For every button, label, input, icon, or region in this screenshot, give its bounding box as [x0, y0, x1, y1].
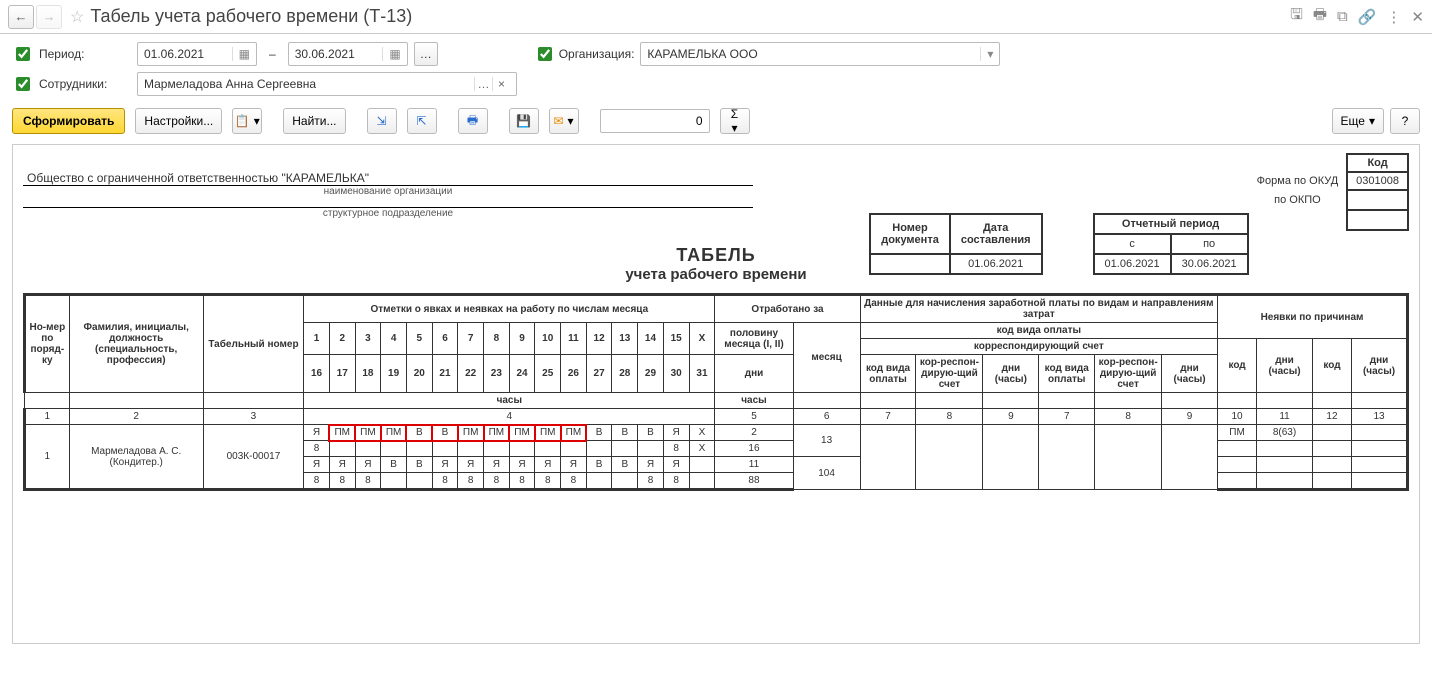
more-button[interactable]: Еще ▾: [1332, 108, 1384, 134]
date-from-input[interactable]: 01.06.2021 ▦: [137, 42, 257, 66]
print-icon[interactable]: 🖶: [1313, 4, 1327, 29]
employees-check[interactable]: [16, 77, 30, 91]
number-input[interactable]: [600, 109, 710, 133]
close-icon[interactable]: ✕: [1411, 8, 1424, 26]
star-icon[interactable]: ☆: [70, 7, 84, 27]
ellipsis-icon[interactable]: …: [474, 77, 492, 91]
org-check[interactable]: [538, 47, 552, 61]
doc-date: 01.06.2021: [950, 254, 1042, 274]
okpo-label: по ОКПО: [1249, 190, 1348, 210]
okud-label: Форма по ОКУД: [1249, 172, 1348, 190]
code-label: Код: [1347, 154, 1408, 172]
employees-label: Сотрудники:: [39, 77, 131, 91]
calendar-icon[interactable]: ▦: [382, 47, 400, 61]
date-to-input[interactable]: 30.06.2021 ▦: [288, 42, 408, 66]
nav-back-button[interactable]: ←: [8, 5, 34, 29]
report-viewport[interactable]: Код Форма по ОКУД0301008 по ОКПО Обществ…: [12, 144, 1420, 644]
period-to: 30.06.2021: [1171, 254, 1248, 274]
save-report-icon[interactable]: 🖫: [1290, 4, 1303, 29]
new-window-icon[interactable]: ⧉: [1337, 8, 1348, 25]
period-label: Отчетный период: [1094, 214, 1248, 234]
settings-button[interactable]: Настройки...: [135, 108, 222, 134]
period-check[interactable]: [16, 47, 30, 61]
generate-button[interactable]: Сформировать: [12, 108, 125, 134]
period-choose-button[interactable]: …: [414, 42, 438, 66]
help-button[interactable]: ?: [1390, 108, 1420, 134]
quickprint-button[interactable]: 🖶: [458, 108, 488, 134]
org-label: Организация:: [559, 47, 635, 61]
chevron-down-icon[interactable]: ▾: [980, 47, 993, 61]
sum-button[interactable]: Σ ▾: [720, 108, 750, 134]
okud-value: 0301008: [1347, 172, 1408, 190]
collapse-button[interactable]: ⇱: [407, 108, 437, 134]
save-button[interactable]: 💾: [509, 108, 539, 134]
nav-fwd-button[interactable]: →: [36, 5, 62, 29]
employees-input[interactable]: Мармеладова Анна Сергеевна … ×: [137, 72, 517, 96]
timesheet-table: Но-мер по поряд-ку Фамилия, инициалы, до…: [23, 293, 1409, 491]
org-name: Общество с ограниченной ответственностью…: [23, 153, 753, 186]
period-from: 01.06.2021: [1094, 254, 1171, 274]
paste-button[interactable]: 📋▾: [232, 108, 262, 134]
period-label: Период:: [39, 47, 131, 61]
clear-icon[interactable]: ×: [492, 77, 510, 91]
kebab-icon[interactable]: ⋮: [1386, 8, 1401, 26]
find-button[interactable]: Найти...: [283, 108, 345, 134]
calendar-icon[interactable]: ▦: [232, 47, 250, 61]
page-title: Табель учета рабочего времени (Т-13): [90, 6, 1290, 27]
expand-button[interactable]: ⇲: [367, 108, 397, 134]
email-button[interactable]: ✉▾: [549, 108, 579, 134]
org-caption: наименование организации: [23, 186, 753, 197]
link-icon[interactable]: 🔗: [1358, 8, 1377, 26]
org-input[interactable]: КАРАМЕЛЬКА ООО ▾: [640, 42, 1000, 66]
table-row: 1 Мармеладова А. С. (Кондитер.) 003К-000…: [25, 425, 1408, 441]
